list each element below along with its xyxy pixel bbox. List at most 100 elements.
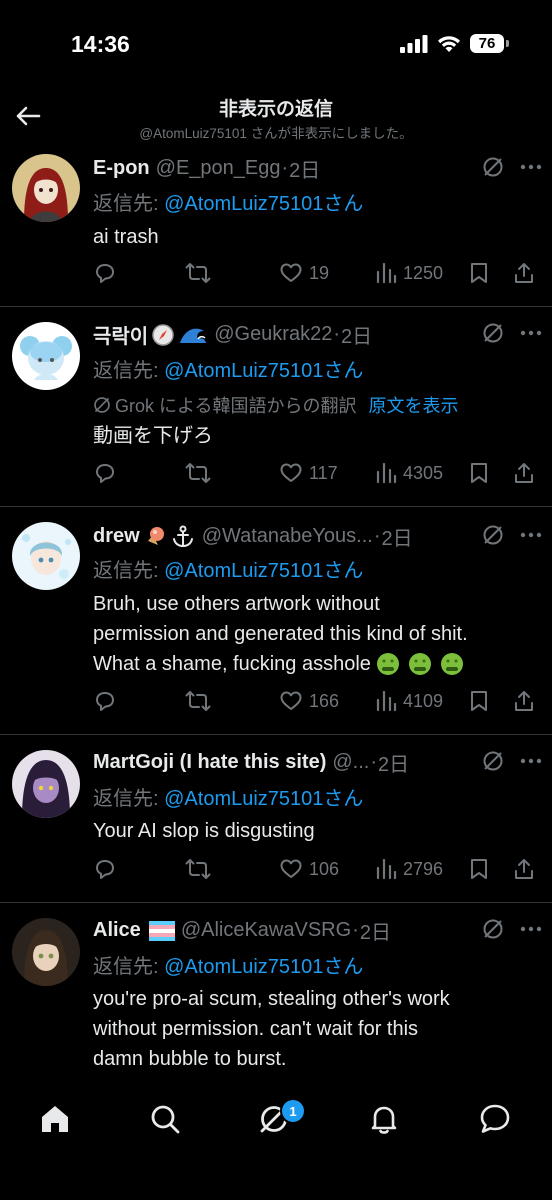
bookmark-icon — [471, 263, 487, 283]
post-text-line: What a shame, fucking asshole — [93, 653, 371, 675]
avatar[interactable] — [12, 522, 80, 590]
status-bar: 14:36 76 — [0, 0, 552, 92]
avatar[interactable] — [12, 918, 80, 986]
mention-link[interactable]: @AtomLuiz75101さん — [164, 956, 363, 978]
display-name[interactable]: E-pon — [93, 157, 150, 180]
like-count: 117 — [309, 462, 338, 483]
more-icon[interactable] — [520, 164, 542, 170]
bookmark-button[interactable] — [469, 689, 489, 713]
share-button[interactable] — [513, 461, 535, 485]
timestamp[interactable]: 2日 — [382, 522, 413, 551]
grok-icon[interactable] — [482, 322, 504, 344]
display-name[interactable]: MartGoji (I hate this site) — [93, 751, 326, 774]
timestamp[interactable]: 2日 — [378, 748, 409, 777]
action-bar: 166 4109 — [93, 689, 542, 717]
anchor-emoji-icon — [170, 525, 196, 549]
avatar[interactable] — [12, 322, 80, 390]
views-button[interactable]: 4109 — [375, 689, 443, 713]
views-button[interactable]: 2796 — [375, 857, 443, 881]
share-button[interactable] — [513, 689, 535, 713]
bookmark-button[interactable] — [469, 461, 489, 485]
bookmark-button[interactable] — [469, 857, 489, 881]
messages-icon[interactable] — [478, 1102, 512, 1136]
signal-icon — [400, 34, 428, 53]
timestamp[interactable]: 2日 — [360, 916, 391, 945]
share-icon — [515, 263, 533, 283]
post[interactable]: 극락이 @Geukrak22 · 2日 返信先: @AtomLuiz75101さ… — [0, 306, 552, 507]
repost-icon — [185, 463, 211, 483]
display-name[interactable]: 극락이 — [93, 320, 148, 349]
more-icon[interactable] — [520, 532, 542, 538]
grok-icon[interactable] — [482, 156, 504, 178]
post[interactable]: MartGoji (I hate this site) @... · 2日 返信… — [0, 734, 552, 903]
more-icon[interactable] — [520, 330, 542, 336]
avatar[interactable] — [12, 154, 80, 222]
display-name[interactable]: drew — [93, 525, 140, 548]
post-text: 動画を下げろ — [93, 425, 213, 447]
like-button[interactable]: 166 — [279, 689, 339, 713]
handle[interactable]: @Geukrak22 — [214, 323, 332, 346]
post-text-line: damn bubble to burst. — [93, 1048, 287, 1070]
like-icon — [280, 691, 302, 710]
action-bar: 19 1250 — [93, 261, 542, 289]
handle[interactable]: @WatanabeYous... — [202, 525, 373, 548]
battery-indicator: 76 — [470, 34, 509, 53]
mention-link[interactable]: @AtomLuiz75101さん — [164, 788, 363, 810]
reply-button[interactable] — [93, 857, 117, 881]
share-button[interactable] — [513, 857, 535, 881]
views-icon — [376, 462, 397, 484]
post[interactable]: Alice @AliceKawaVSRG · 2日 返信先: @AtomLuiz… — [0, 902, 552, 1078]
search-icon[interactable] — [148, 1102, 182, 1136]
translation-note: Grok による韓国語からの翻訳 原文を表示 — [93, 392, 538, 418]
mention-link[interactable]: @AtomLuiz75101さん — [164, 360, 363, 382]
repost-button[interactable] — [185, 261, 211, 285]
repost-icon — [185, 263, 211, 283]
grok-icon[interactable] — [482, 750, 504, 772]
handle[interactable]: @AliceKawaVSRG — [181, 919, 351, 942]
reply-context: 返信先: @AtomLuiz75101さん — [93, 956, 364, 978]
reply-button[interactable] — [93, 689, 117, 713]
post[interactable]: E-pon @E_pon_Egg · 2日 返信先: @AtomLuiz7510… — [0, 144, 552, 307]
post-text-line: you're pro-ai scum, stealing other's wor… — [93, 988, 450, 1010]
views-icon — [376, 858, 397, 880]
views-count: 1250 — [403, 262, 444, 283]
more-icon[interactable] — [520, 926, 542, 932]
handle[interactable]: @... — [332, 751, 369, 774]
share-button[interactable] — [513, 261, 535, 285]
repost-button[interactable] — [185, 857, 211, 881]
repost-button[interactable] — [185, 689, 211, 713]
share-icon — [515, 859, 533, 879]
grok-icon[interactable] — [482, 918, 504, 940]
mention-link[interactable]: @AtomLuiz75101さん — [164, 193, 363, 215]
repost-button[interactable] — [185, 461, 211, 485]
avatar[interactable] — [12, 750, 80, 818]
like-button[interactable]: 19 — [279, 261, 329, 285]
timestamp[interactable]: 2日 — [289, 154, 320, 183]
reply-button[interactable] — [93, 261, 117, 285]
handle[interactable]: @E_pon_Egg — [156, 157, 281, 180]
views-button[interactable]: 4305 — [375, 461, 443, 485]
views-button[interactable]: 1250 — [375, 261, 443, 285]
display-name[interactable]: Alice — [93, 919, 141, 942]
reply-icon — [96, 860, 114, 879]
like-button[interactable]: 106 — [279, 857, 339, 881]
like-count: 19 — [309, 262, 330, 283]
bookmark-button[interactable] — [469, 261, 489, 285]
post-text: Your AI slop is disgusting — [93, 820, 315, 842]
action-bar: 106 2796 — [93, 857, 542, 885]
post-text-line: without permission. can't wait for this — [93, 1018, 419, 1040]
post[interactable]: drew @WatanabeYous... · 2日 返信先: @AtomLui… — [0, 506, 552, 735]
reply-button[interactable] — [93, 461, 117, 485]
show-original-link[interactable]: 原文を表示 — [368, 392, 458, 418]
reply-icon — [96, 464, 114, 483]
bell-icon[interactable] — [367, 1102, 401, 1136]
home-icon[interactable] — [38, 1102, 72, 1136]
post-text: you're pro-ai scum, stealing other's wor… — [93, 984, 538, 1074]
mention-link[interactable]: @AtomLuiz75101さん — [164, 560, 363, 582]
like-button[interactable]: 117 — [279, 461, 338, 485]
views-icon — [376, 690, 397, 712]
timestamp[interactable]: 2日 — [341, 320, 372, 349]
more-icon[interactable] — [520, 758, 542, 764]
grok-icon[interactable] — [482, 524, 504, 546]
notification-badge: 1 — [280, 1098, 306, 1124]
